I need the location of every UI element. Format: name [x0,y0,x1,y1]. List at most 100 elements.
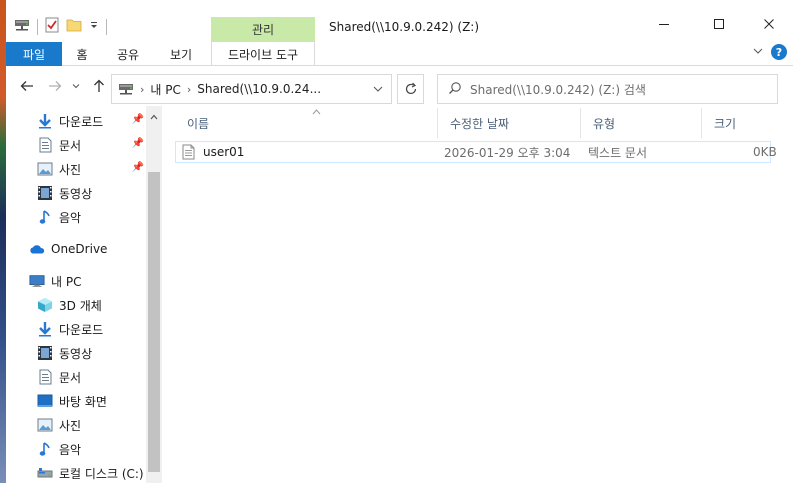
file-list: 이름 수정한 날짜 유형 크기 user01 2026-01-29 오후 3:0… [163,106,793,483]
nav-item-videos[interactable]: 동영상 [37,342,146,364]
nav-pane-scrollbar[interactable] [146,106,162,483]
search-box[interactable]: Shared(\\10.9.0.242) (Z:) 검색 [437,74,778,104]
nav-item-label: 음악 [59,442,82,457]
nav-item-label: 로컬 디스크 (C:) [59,466,144,481]
quick-access-toolbar [14,17,107,36]
nav-item-3d-objects[interactable]: 3D 개체 [37,294,146,316]
nav-item-this-pc[interactable]: 내 PC [29,270,146,292]
file-name[interactable]: user01 [203,142,244,162]
download-icon [37,113,53,129]
nav-item-quick-music[interactable]: 음악 [37,206,146,228]
network-drive-icon [118,82,134,96]
column-header-type[interactable]: 유형 [581,108,702,138]
music-icon [37,209,53,225]
column-label: 이름 [187,116,210,131]
nav-item-music[interactable]: 음악 [37,438,146,460]
window-title: Shared(\\10.9.0.242) (Z:) [329,20,480,34]
pin-icon[interactable]: 📌 [132,162,144,173]
pictures-icon [37,161,53,177]
breadcrumb-chevron-icon[interactable]: › [140,83,144,96]
back-button[interactable] [16,75,38,97]
video-icon [37,185,53,201]
nav-item-quick-videos[interactable]: 동영상 [37,182,146,204]
address-dropdown-icon[interactable] [373,83,383,97]
ribbon-tab-bar: 파일 홈 공유 보기 드라이브 도구 ? [6,42,793,66]
nav-item-quick-pictures[interactable]: 사진 📌 [37,158,146,180]
nav-item-label: 바탕 화면 [59,394,107,409]
nav-item-pictures[interactable]: 사진 [37,414,146,436]
sort-ascending-icon [312,108,321,118]
this-pc-icon [29,273,45,289]
nav-item-label: 문서 [59,138,82,153]
maximize-button[interactable] [696,9,742,39]
file-row[interactable]: user01 2026-01-29 오후 3:04 텍스트 문서 0KB [175,141,777,163]
desktop-icon [37,393,53,409]
nav-item-quick-documents[interactable]: 문서 📌 [37,134,146,156]
column-label: 수정한 날짜 [450,116,510,131]
nav-item-desktop[interactable]: 바탕 화면 [37,390,146,412]
3d-objects-icon [37,297,53,313]
minimize-button[interactable] [641,9,687,39]
properties-icon[interactable] [45,17,59,36]
breadcrumb-chevron-icon[interactable]: › [187,83,191,96]
new-folder-icon[interactable] [66,18,82,35]
search-icon [448,81,462,98]
file-size: 0KB [753,145,777,159]
qat-customize-icon[interactable] [89,18,99,35]
column-header-date-modified[interactable]: 수정한 날짜 [438,108,581,138]
qat-separator [37,18,38,35]
nav-item-label: OneDrive [51,242,108,256]
nav-item-label: 다운로드 [59,114,104,129]
tab-share[interactable]: 공유 [113,42,143,66]
help-icon[interactable]: ? [771,44,787,60]
nav-item-label: 음악 [59,210,82,225]
pin-icon[interactable]: 📌 [132,114,144,125]
nav-item-label: 문서 [59,370,82,385]
ribbon-expand-icon[interactable] [753,45,763,59]
text-file-icon [182,142,195,162]
nav-item-documents[interactable]: 문서 [37,366,146,388]
navigation-pane: 다운로드 📌 문서 📌 사진 📌 동영상 음악 OneDrive 내 PC 3D… [6,106,162,483]
column-header-size[interactable]: 크기 [702,108,773,138]
address-bar[interactable]: › 내 PC › Shared(\\10.9.0.24... [111,74,392,104]
forward-button[interactable] [44,75,66,97]
breadcrumb-this-pc[interactable]: 내 PC [150,81,180,98]
navigation-bar: › 내 PC › Shared(\\10.9.0.24... Shared(\\… [6,67,793,105]
close-button[interactable] [746,9,792,39]
scroll-up-icon[interactable] [146,110,162,124]
file-type: 텍스트 문서 [588,145,648,160]
video-icon [37,345,53,361]
download-icon [37,321,53,337]
refresh-button[interactable] [397,74,424,104]
nav-item-onedrive[interactable]: OneDrive [29,238,146,260]
nav-item-local-disk[interactable]: 로컬 디스크 (C:) [37,462,146,483]
title-bar: 관리 Shared(\\10.9.0.242) (Z:) [6,0,793,42]
document-icon [37,369,53,385]
scroll-thumb[interactable] [148,172,160,472]
music-icon [37,441,53,457]
column-header-name[interactable]: 이름 [175,108,438,138]
column-label: 크기 [714,116,737,131]
nav-item-label: 사진 [59,418,82,433]
nav-item-label: 동영상 [59,186,93,201]
recent-locations-icon[interactable] [69,75,83,97]
tab-view[interactable]: 보기 [166,42,196,66]
nav-item-label: 동영상 [59,346,93,361]
column-label: 유형 [593,116,616,131]
nav-item-downloads[interactable]: 다운로드 [37,318,146,340]
document-icon [37,137,53,153]
nav-item-quick-downloads[interactable]: 다운로드 📌 [37,110,146,132]
tab-home[interactable]: 홈 [69,42,95,66]
nav-item-label: 사진 [59,162,82,177]
local-disk-icon [37,465,53,481]
search-placeholder: Shared(\\10.9.0.242) (Z:) 검색 [470,82,646,97]
up-button[interactable] [88,75,110,97]
tab-drive-tools[interactable]: 드라이브 도구 [211,42,315,66]
pin-icon[interactable]: 📌 [132,138,144,149]
tab-file[interactable]: 파일 [6,42,62,66]
pictures-icon [37,417,53,433]
breadcrumb-current-folder[interactable]: Shared(\\10.9.0.24... [197,82,321,96]
nav-item-label: 3D 개체 [59,298,102,313]
onedrive-icon [29,241,45,257]
nav-item-label: 다운로드 [59,322,104,337]
